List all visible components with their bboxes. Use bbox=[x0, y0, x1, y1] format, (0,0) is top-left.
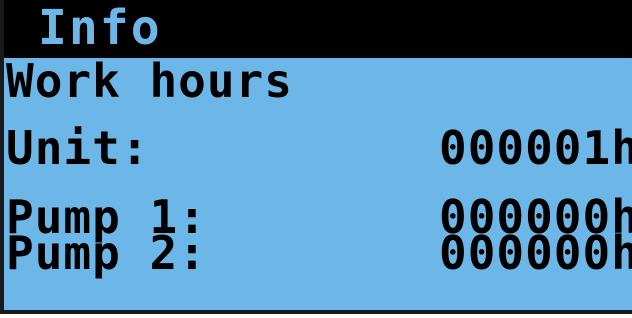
lcd-screen: Info Work hours Unit: 000001h Pump 1: 00… bbox=[0, 0, 632, 314]
screen-title: Info bbox=[38, 0, 162, 56]
pump2-hours-value: 000000h bbox=[439, 226, 632, 280]
pump2-hours-label: Pump 2: bbox=[6, 226, 207, 280]
unit-hours-value: 000001h bbox=[439, 121, 632, 175]
title-bar: Info bbox=[4, 0, 632, 58]
display-frame: Info Work hours Unit: 000001h Pump 1: 00… bbox=[0, 0, 632, 318]
unit-hours-label: Unit: bbox=[6, 121, 150, 175]
screen-subtitle: Work hours bbox=[6, 54, 293, 108]
